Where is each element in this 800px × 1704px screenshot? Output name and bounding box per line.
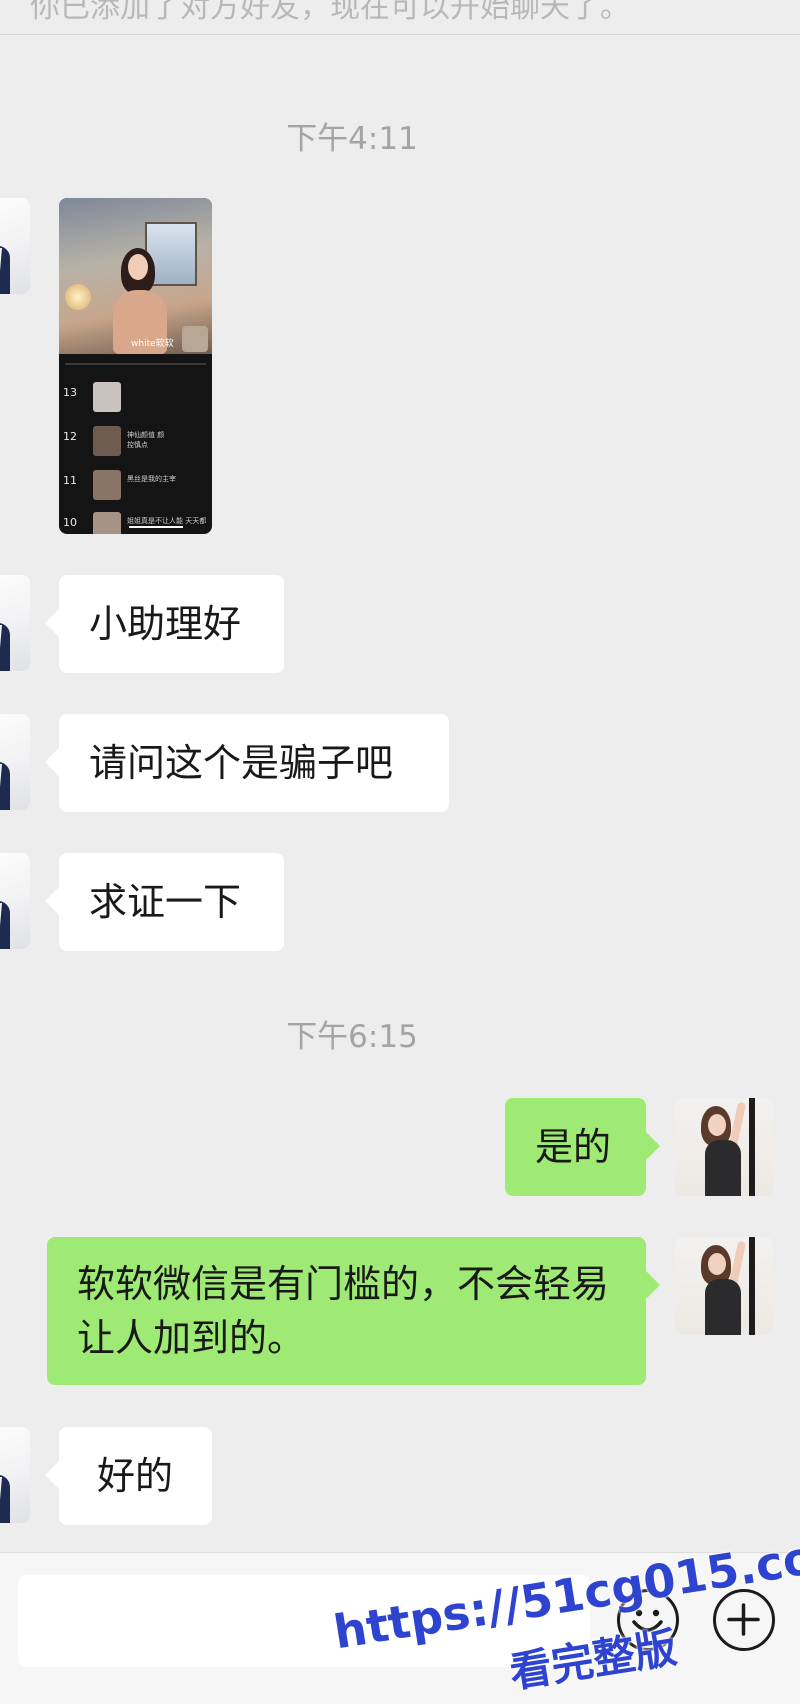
message-bubble[interactable]: 求证一下 — [45, 853, 284, 951]
my-avatar[interactable] — [675, 1098, 773, 1196]
message-text: 好的 — [97, 1454, 174, 1498]
my-message-bubble[interactable]: 是的 — [505, 1098, 660, 1196]
message-bubble[interactable]: 请问这个是骗子吧 — [45, 714, 449, 812]
contact-avatar[interactable] — [0, 853, 30, 949]
screenshot-name: white软软 — [131, 339, 174, 349]
contact-avatar[interactable] — [0, 1427, 30, 1523]
my-avatar[interactable] — [675, 1237, 773, 1335]
screenshot-row: 11 黑丝是我的主宰 — [63, 470, 209, 500]
system-message-text: 你已添加了对方好友，现在可以开始聊天了。 — [30, 0, 630, 25]
my-message-bubble[interactable]: 软软微信是有门槛的，不会轻易让人加到的。 — [47, 1237, 660, 1385]
message-bubble[interactable]: 小助理好 — [45, 575, 284, 673]
contact-avatar[interactable] — [0, 575, 30, 671]
message-text: 小助理好 — [89, 602, 242, 646]
contact-avatar[interactable] — [0, 198, 30, 294]
screenshot-row: 12 神仙颜值 颜控慎点 — [63, 426, 209, 456]
screenshot-row: 10 姐姐真是不让人能 天天都 — [63, 512, 209, 534]
timestamp: 下午6:15 — [286, 1019, 418, 1055]
contact-avatar[interactable] — [0, 714, 30, 810]
timestamp: 下午4:11 — [286, 121, 418, 157]
message-text: 请问这个是骗子吧 — [89, 741, 394, 785]
chat-screen: 你已添加了对方好友，现在可以开始聊天了。 下午4:11 white软软 13 1… — [0, 0, 800, 1704]
system-message-cut: 你已添加了对方好友，现在可以开始聊天了。 — [0, 0, 800, 35]
message-text: 求证一下 — [89, 880, 242, 924]
message-text: 是的 — [535, 1125, 612, 1169]
message-text: 软软微信是有门槛的，不会轻易让人加到的。 — [77, 1262, 610, 1360]
screenshot-row: 13 — [63, 382, 209, 412]
image-message[interactable]: white软软 13 12 神仙颜值 颜控慎点 11 黑丝是我的主宰 10 姐姐… — [59, 198, 212, 534]
message-bubble[interactable]: 好的 — [45, 1427, 212, 1525]
